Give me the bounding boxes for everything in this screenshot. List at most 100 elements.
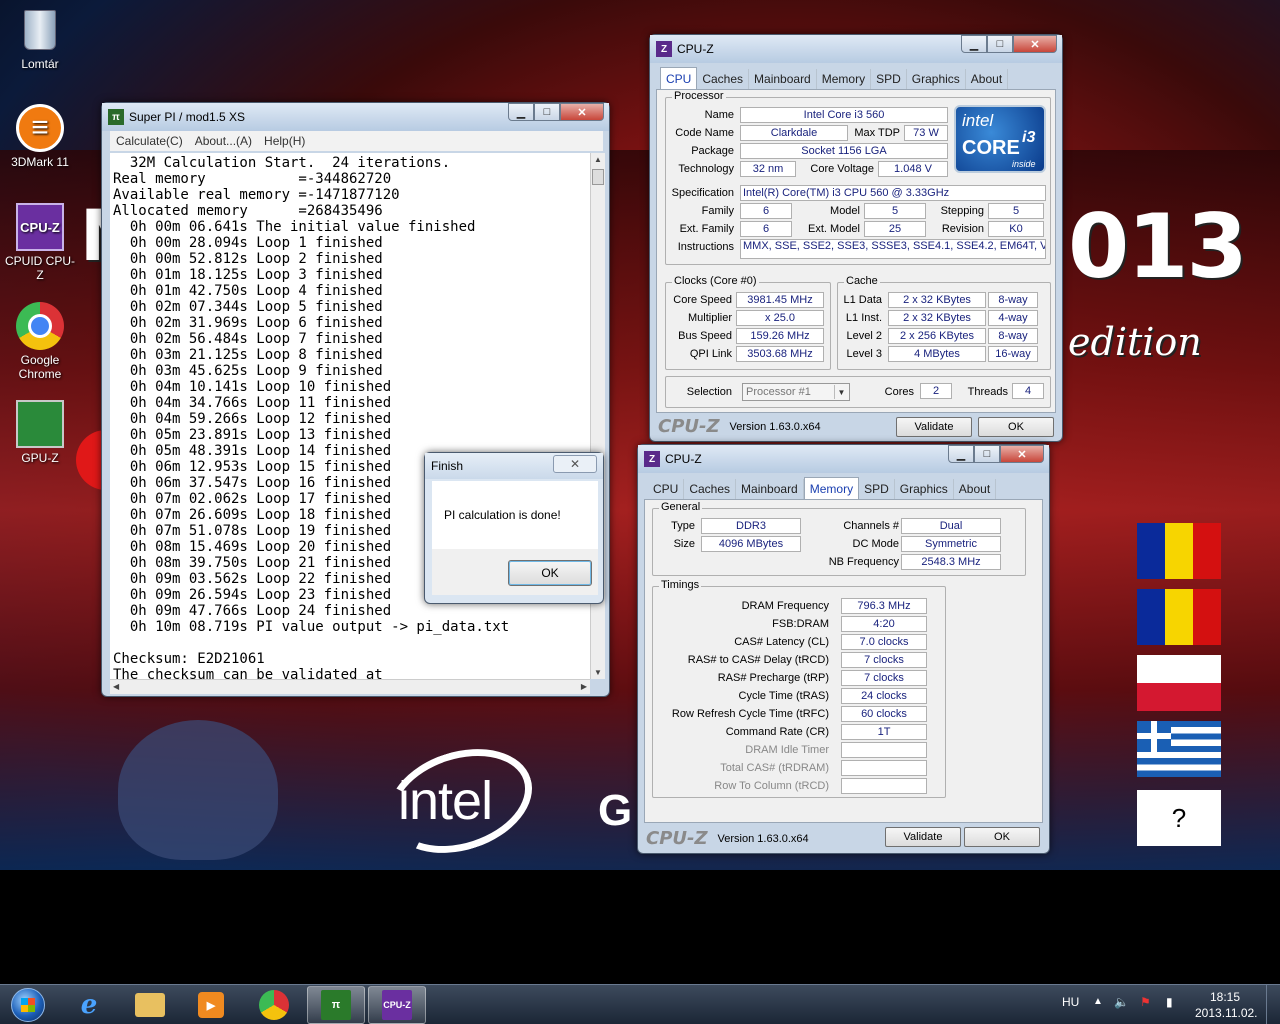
tab-graphics[interactable]: Graphics xyxy=(895,479,954,499)
processor-select-value: Processor #1 xyxy=(746,386,811,398)
cpu-name-value: Intel Core i3 560 xyxy=(740,107,948,123)
scroll-right-icon[interactable]: ▶ xyxy=(581,682,587,691)
label-selection: Selection xyxy=(686,386,732,398)
clock-time[interactable]: 18:15 xyxy=(1210,990,1240,1004)
wallpaper-g-letter: G xyxy=(598,786,633,835)
label-cores: Cores xyxy=(884,386,914,398)
maximize-button[interactable]: □ xyxy=(534,103,560,121)
cpuz-titlebar[interactable]: Z CPU-Z ▁ □ ✕ xyxy=(638,445,1049,473)
ext-family-value: 6 xyxy=(740,221,792,237)
tab-about[interactable]: About xyxy=(966,69,1009,89)
action-center-flag-icon[interactable]: ⚑ xyxy=(1140,995,1151,1009)
ok-button[interactable]: OK xyxy=(964,827,1040,847)
minimize-button[interactable]: ▁ xyxy=(508,103,534,121)
volume-icon[interactable]: 🔈 xyxy=(1114,995,1129,1009)
validate-button[interactable]: Validate xyxy=(885,827,961,847)
close-button[interactable]: ✕ xyxy=(560,103,604,121)
tab-spd[interactable]: SPD xyxy=(859,479,895,499)
desktop-icon-cpuz[interactable]: CPU-Z CPUID CPU-Z xyxy=(2,203,78,282)
language-indicator[interactable]: HU xyxy=(1062,995,1079,1009)
processor-select[interactable]: Processor #1 ▼ xyxy=(742,383,850,401)
nb-frequency-value: 2548.3 MHz xyxy=(901,554,1001,570)
taskbar-media-player[interactable]: ▶ xyxy=(182,986,240,1024)
label-type: Type xyxy=(671,520,695,532)
desktop-icon-label: Google Chrome xyxy=(18,353,62,381)
timing-value: 7 clocks xyxy=(841,670,927,686)
cpuz-titlebar[interactable]: Z CPU-Z ▁ □ ✕ xyxy=(650,35,1062,63)
minimize-button[interactable]: ▁ xyxy=(961,35,987,53)
tab-caches[interactable]: Caches xyxy=(684,479,737,499)
general-group: General Type DDR3 Size 4096 MBytes Chann… xyxy=(652,501,1026,576)
menu-calculate[interactable]: Calculate(C) xyxy=(110,134,189,148)
clock-date[interactable]: 2013.11.02. xyxy=(1195,1006,1258,1020)
minimize-button[interactable]: ▁ xyxy=(948,445,974,463)
selection-row: Selection Processor #1 ▼ Cores 2 Threads… xyxy=(665,376,1051,408)
log-line: 0h 01m 42.750s Loop 4 finished xyxy=(113,283,383,299)
taskbar-explorer[interactable] xyxy=(121,986,179,1024)
group-title: Timings xyxy=(659,579,702,591)
timing-label: RAS# Precharge (tRP) xyxy=(717,672,829,684)
network-icon[interactable]: ▮ xyxy=(1166,995,1173,1009)
label-specification: Specification xyxy=(671,187,734,199)
ok-button[interactable]: OK xyxy=(978,417,1054,437)
tab-caches[interactable]: Caches xyxy=(697,69,750,89)
tab-memory[interactable]: Memory xyxy=(817,69,872,89)
desktop-icon-3dmark11[interactable]: 3DMark 11 xyxy=(2,104,78,169)
superpi-titlebar[interactable]: π Super PI / mod1.5 XS ▁ □ ✕ xyxy=(102,103,609,131)
gpuz-icon xyxy=(16,400,64,448)
menu-about[interactable]: About...(A) xyxy=(189,134,258,148)
tab-cpu[interactable]: CPU xyxy=(660,67,698,89)
scroll-thumb[interactable] xyxy=(592,169,604,185)
label-channels: Channels # xyxy=(843,520,899,532)
close-icon[interactable]: ✕ xyxy=(553,455,597,473)
ok-button[interactable]: OK xyxy=(508,560,592,586)
chevron-down-icon: ▼ xyxy=(834,385,848,399)
show-desktop-button[interactable] xyxy=(1266,985,1280,1024)
l1-data-value: 2 x 32 KBytes xyxy=(888,292,986,308)
log-line: 0h 04m 10.141s Loop 10 finished xyxy=(113,379,392,395)
tab-spd[interactable]: SPD xyxy=(871,69,907,89)
taskbar-super-pi[interactable]: π xyxy=(307,986,365,1024)
badge-i: i3 xyxy=(1022,129,1036,146)
3dmark-icon xyxy=(16,104,64,152)
label-dc-mode: DC Mode xyxy=(852,538,899,550)
label-bus-speed: Bus Speed xyxy=(678,330,732,342)
desktop-icon-gpuz[interactable]: GPU-Z xyxy=(2,400,78,465)
label-technology: Technology xyxy=(678,163,734,175)
show-hidden-icons-icon[interactable]: ▲ xyxy=(1093,996,1103,1007)
taskbar-internet-explorer[interactable]: e xyxy=(60,986,118,1024)
tab-graphics[interactable]: Graphics xyxy=(907,69,966,89)
label-stepping: Stepping xyxy=(940,205,984,217)
flag-poland-icon xyxy=(1137,655,1221,711)
cpuz-footer: CPU-Z Version 1.63.0.x64 xyxy=(646,828,809,849)
scroll-down-icon[interactable]: ▼ xyxy=(594,668,602,677)
taskbar-cpu-z[interactable]: CPU-Z xyxy=(368,986,426,1024)
cpuz-tabbar: CPU Caches Mainboard Memory SPD Graphics… xyxy=(648,477,997,499)
maximize-button[interactable]: □ xyxy=(974,445,1000,463)
tab-about[interactable]: About xyxy=(954,479,997,499)
taskbar-chrome[interactable] xyxy=(245,986,303,1024)
start-button[interactable] xyxy=(2,985,54,1024)
menu-help[interactable]: Help(H) xyxy=(258,134,311,148)
tab-cpu[interactable]: CPU xyxy=(648,479,685,499)
tab-mainboard[interactable]: Mainboard xyxy=(736,479,804,499)
timing-value: 7.0 clocks xyxy=(841,634,927,650)
close-button[interactable]: ✕ xyxy=(1000,445,1044,463)
desktop: N 013 edition intel G ? Lomtár 3DMark 11… xyxy=(0,0,1280,984)
dialog-footer: OK xyxy=(432,549,598,595)
scroll-left-icon[interactable]: ◀ xyxy=(113,682,119,691)
desktop-icon-recycle-bin[interactable]: Lomtár xyxy=(2,6,78,71)
flag-greece-icon xyxy=(1137,721,1221,777)
log-line: 0h 05m 23.891s Loop 13 finished xyxy=(113,427,392,443)
horizontal-scrollbar[interactable]: ◀ ▶ xyxy=(110,679,590,694)
tab-memory[interactable]: Memory xyxy=(803,477,860,499)
group-title: Cache xyxy=(844,275,880,287)
label-core-speed: Core Speed xyxy=(673,294,732,306)
maximize-button[interactable]: □ xyxy=(987,35,1013,53)
close-button[interactable]: ✕ xyxy=(1013,35,1057,53)
desktop-icon-chrome[interactable]: Google Chrome xyxy=(2,302,78,381)
tab-mainboard[interactable]: Mainboard xyxy=(749,69,817,89)
validate-button[interactable]: Validate xyxy=(896,417,972,437)
timing-label: Command Rate (CR) xyxy=(725,726,829,738)
scroll-up-icon[interactable]: ▲ xyxy=(594,155,602,164)
